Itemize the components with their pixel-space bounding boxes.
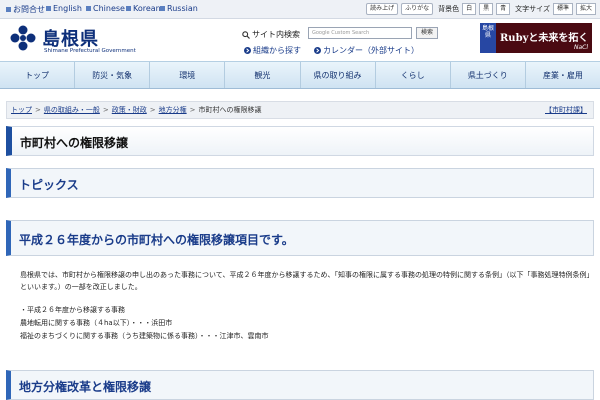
ruby-banner[interactable]: 島根県 Rubyと未来を拓く NaCl xyxy=(480,23,592,53)
arrow-right-icon xyxy=(314,47,321,54)
reform-heading: 地方分権改革と権限移譲 xyxy=(6,370,594,400)
bullet-icon xyxy=(86,6,91,11)
search-icon xyxy=(242,30,250,39)
list-item: 農地転用に関する事務（４ha以下）・・・浜田市 xyxy=(20,319,173,327)
lang-korean-link[interactable]: Korean xyxy=(126,4,161,13)
find-by-org-link[interactable]: 組織から探す xyxy=(244,45,301,56)
banner-sub: NaCl xyxy=(573,44,588,51)
furigana-button[interactable]: ふりがな xyxy=(401,3,434,15)
bullet-icon xyxy=(6,7,11,12)
lang-chinese-link[interactable]: Chinese xyxy=(86,4,125,13)
contact-link[interactable]: お問合せ xyxy=(6,4,45,15)
nav-initiatives[interactable]: 県の取り組み xyxy=(301,62,376,88)
bg-blue-button[interactable]: 青 xyxy=(496,3,511,15)
site-header: 島根県 Shimane Prefectural Government サイト内検… xyxy=(0,19,600,60)
banner-title: Rubyと未来を拓く xyxy=(500,33,589,44)
site-subtitle: Shimane Prefectural Government xyxy=(44,48,136,54)
read-aloud-button[interactable]: 読み上げ xyxy=(366,3,399,15)
font-standard-button[interactable]: 標準 xyxy=(552,3,573,15)
list-title: ・平成２６年度から移譲する事務 xyxy=(20,306,125,314)
nav-land[interactable]: 県土づくり xyxy=(451,62,526,88)
list-item: 福祉のまちづくりに関する事務（うち建築物に係る事務）・・・江津市、雲南市 xyxy=(20,332,269,340)
breadcrumb-current: 市町村への権限移譲 xyxy=(198,106,262,114)
font-size-label: 文字サイズ xyxy=(515,5,550,13)
bg-black-button[interactable]: 黒 xyxy=(479,3,494,15)
department-link[interactable]: 【市町村課】 xyxy=(545,105,587,115)
transfer-list-heading: 平成２６年度からの市町村への権限移譲項目です。 xyxy=(6,220,594,256)
nav-industry[interactable]: 産業・雇用 xyxy=(526,62,600,88)
breadcrumb-top[interactable]: トップ xyxy=(11,105,32,115)
font-large-button[interactable]: 拡大 xyxy=(575,3,596,15)
nav-tourism[interactable]: 観光 xyxy=(225,62,301,88)
breadcrumb: トップ > 県の取組み・一般 > 政策・財政 > 地方分権 > 市町村への権限移譲 【市… xyxy=(6,101,594,119)
breadcrumb-decentralization[interactable]: 地方分権 xyxy=(159,105,187,115)
search-button[interactable]: 検索 xyxy=(416,27,438,39)
intro-paragraph: 島根県では、市町村から権限移譲の申し出のあった事務について、平成２６年度から移譲… xyxy=(20,271,590,291)
nav-environment[interactable]: 環境 xyxy=(150,62,226,88)
bullet-icon xyxy=(160,6,165,11)
calendar-link[interactable]: カレンダー（外部サイト） xyxy=(314,45,419,56)
arrow-right-icon xyxy=(244,47,251,54)
lang-english-link[interactable]: English xyxy=(46,4,82,13)
banner-vertical-label: 島根県 xyxy=(480,23,496,53)
search-label: サイト内検索 xyxy=(242,29,300,40)
nav-top[interactable]: トップ xyxy=(0,62,76,88)
page-title: 市町村への権限移譲 xyxy=(6,126,594,156)
utility-bar: お問合せ English Chinese Korean Russian 読み上げ… xyxy=(0,0,600,19)
breadcrumb-policy[interactable]: 政策・財政 xyxy=(112,105,147,115)
lang-russian-link[interactable]: Russian xyxy=(160,4,198,13)
bullet-icon xyxy=(46,6,51,11)
bullet-icon xyxy=(126,6,131,11)
prefecture-logo-icon[interactable] xyxy=(10,25,36,51)
breadcrumb-general[interactable]: 県の取組み・一般 xyxy=(44,105,100,115)
bg-white-button[interactable]: 白 xyxy=(462,3,477,15)
search-input[interactable]: Google Custom Search xyxy=(308,27,412,39)
accessibility-tools: 読み上げ ふりがな 背景色 白 黒 青 文字サイズ 標準 拡大 xyxy=(366,3,596,15)
nav-disaster[interactable]: 防災・気象 xyxy=(75,62,151,88)
global-nav: トップ 防災・気象 環境 観光 県の取り組み くらし 県土づくり 産業・雇用 xyxy=(0,61,600,89)
bg-color-label: 背景色 xyxy=(438,5,460,13)
topics-heading: トピックス xyxy=(6,168,594,198)
nav-living[interactable]: くらし xyxy=(376,62,451,88)
